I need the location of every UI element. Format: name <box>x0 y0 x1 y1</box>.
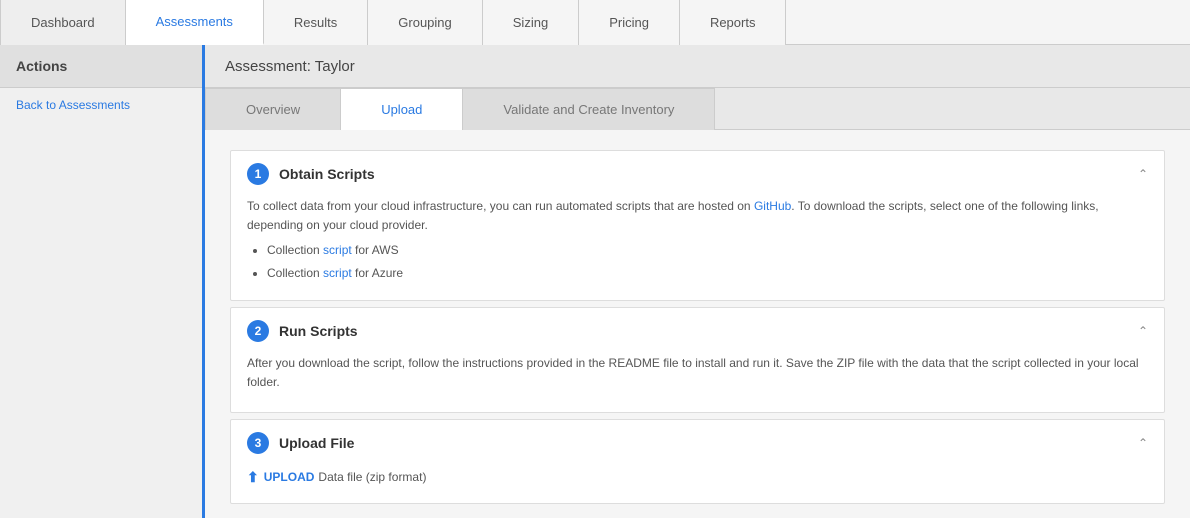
step-badge-1: 1 <box>247 163 269 185</box>
section-obtain-scripts-header[interactable]: 1 Obtain Scripts ⌃ <box>231 151 1164 197</box>
nav-tab-results[interactable]: Results <box>264 0 368 45</box>
nav-tab-grouping[interactable]: Grouping <box>368 0 482 45</box>
upload-hint: Data file (zip format) <box>318 468 426 487</box>
sidebar: Actions Back to Assessments <box>0 45 205 518</box>
section-title-text: Obtain Scripts <box>279 166 375 182</box>
section-upload-file-body: ⬆ UPLOAD Data file (zip format) <box>231 466 1164 502</box>
section-obtain-scripts-body: To collect data from your cloud infrastr… <box>231 197 1164 300</box>
section-upload-title-text: Upload File <box>279 435 354 451</box>
azure-script-item: Collection script for Azure <box>267 264 1148 283</box>
upload-label: UPLOAD <box>264 468 315 487</box>
azure-script-link[interactable]: script <box>323 266 352 280</box>
upload-button[interactable]: ⬆ UPLOAD <box>247 466 314 488</box>
sidebar-header: Actions <box>0 45 202 88</box>
chevron-up-icon-2: ⌃ <box>1138 324 1148 338</box>
section-upload-file-header[interactable]: 3 Upload File ⌃ <box>231 420 1164 466</box>
section-upload-file: 3 Upload File ⌃ ⬆ UPLOAD Data file (zip … <box>230 419 1165 503</box>
chevron-up-icon-3: ⌃ <box>1138 436 1148 450</box>
top-nav: Dashboard Assessments Results Grouping S… <box>0 0 1190 45</box>
content-area: 1 Obtain Scripts ⌃ To collect data from … <box>205 130 1190 518</box>
section-run-scripts: 2 Run Scripts ⌃ After you download the s… <box>230 307 1165 413</box>
nav-tab-sizing[interactable]: Sizing <box>483 0 579 45</box>
github-link[interactable]: GitHub <box>754 199 791 213</box>
nav-tab-assessments[interactable]: Assessments <box>126 0 264 45</box>
step-badge-3: 3 <box>247 432 269 454</box>
section-obtain-scripts: 1 Obtain Scripts ⌃ To collect data from … <box>230 150 1165 301</box>
tab-upload[interactable]: Upload <box>341 88 463 130</box>
nav-tab-reports[interactable]: Reports <box>680 0 787 45</box>
chevron-up-icon: ⌃ <box>1138 167 1148 181</box>
section-run-scripts-body: After you download the script, follow th… <box>231 354 1164 412</box>
tab-validate[interactable]: Validate and Create Inventory <box>463 88 715 130</box>
nav-tab-pricing[interactable]: Pricing <box>579 0 680 45</box>
main-content: Assessment: Taylor Overview Upload Valid… <box>205 45 1190 518</box>
bottom-bar: Back Save & Next <box>230 510 1165 518</box>
tab-overview[interactable]: Overview <box>205 88 341 130</box>
section-run-scripts-header[interactable]: 2 Run Scripts ⌃ <box>231 308 1164 354</box>
step-badge-2: 2 <box>247 320 269 342</box>
upload-icon: ⬆ <box>247 466 259 488</box>
aws-script-item: Collection script for AWS <box>267 241 1148 260</box>
obtain-scripts-intro: To collect data from your cloud infrastr… <box>247 197 1148 235</box>
back-to-assessments-link[interactable]: Back to Assessments <box>0 88 202 122</box>
aws-script-link[interactable]: script <box>323 243 352 257</box>
sub-tabs: Overview Upload Validate and Create Inve… <box>205 88 1190 130</box>
assessment-header: Assessment: Taylor <box>205 45 1190 88</box>
scripts-list: Collection script for AWS Collection scr… <box>267 241 1148 282</box>
main-layout: Actions Back to Assessments Assessment: … <box>0 45 1190 518</box>
section-run-title-text: Run Scripts <box>279 323 358 339</box>
nav-tab-dashboard[interactable]: Dashboard <box>0 0 126 45</box>
run-scripts-text: After you download the script, follow th… <box>247 354 1148 392</box>
